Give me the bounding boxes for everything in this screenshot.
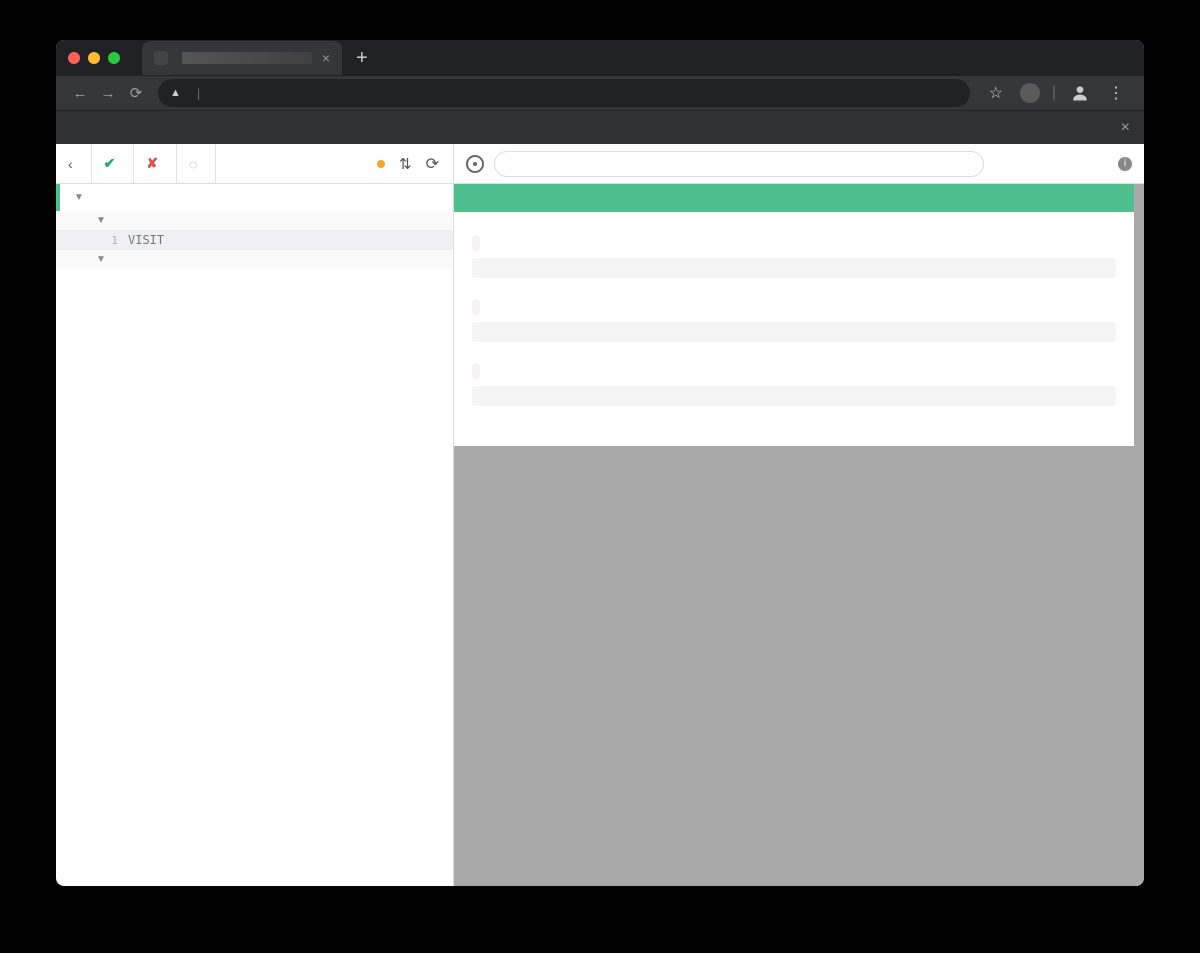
infobar-close-icon[interactable]: ×: [1121, 119, 1130, 137]
tab-bar: × +: [56, 40, 1144, 76]
aut-header: i: [454, 144, 1144, 184]
section-document: [472, 300, 1116, 342]
automation-infobar: ×: [56, 110, 1144, 144]
selector-playground-icon[interactable]: [466, 155, 484, 173]
restart-icon[interactable]: ⟳: [426, 154, 439, 174]
info-icon[interactable]: i: [1118, 157, 1132, 171]
new-tab-button[interactable]: +: [342, 47, 382, 70]
passed-count: ✔: [92, 144, 135, 183]
app-under-test: [454, 184, 1134, 446]
address-bar: ← → ⟳ ▲ | ☆ | ⋮: [56, 76, 1144, 110]
reload-button[interactable]: ⟳: [122, 84, 150, 102]
x-icon: ✘: [146, 155, 158, 172]
cypress-app: ‹ ✔ ✘ ◌: [56, 144, 1144, 886]
caret-down-icon: ▼: [96, 215, 106, 226]
minimize-window-button[interactable]: [88, 52, 100, 64]
pending-count: ◌: [177, 144, 216, 183]
updown-icon[interactable]: ⇅: [399, 155, 412, 173]
command-log-panel: ‹ ✔ ✘ ◌: [56, 144, 454, 886]
inline-code: [472, 364, 480, 379]
command-row[interactable]: 1 VISIT: [56, 230, 453, 250]
url-bar[interactable]: ▲ |: [158, 79, 970, 107]
not-secure-icon: ▲: [170, 87, 181, 99]
close-tab-icon[interactable]: ×: [322, 50, 330, 66]
separator: |: [197, 86, 200, 101]
caret-down-icon: ▼: [96, 254, 106, 265]
traffic-lights: [56, 52, 132, 64]
viewport-info: i: [1106, 157, 1132, 171]
aut-iframe: [454, 184, 1144, 446]
section-title-cmd: [472, 364, 1116, 406]
test-list: ▼ ▼ 1 VISIT ▼: [56, 184, 453, 886]
status-dot: [377, 160, 385, 168]
close-window-button[interactable]: [68, 52, 80, 64]
chevron-left-icon: ‹: [68, 156, 73, 172]
suite-header[interactable]: ▼: [56, 184, 453, 211]
maximize-window-button[interactable]: [108, 52, 120, 64]
page-banner: [454, 184, 1134, 212]
circle-icon: ◌: [189, 156, 197, 172]
tab-title-blur: [182, 52, 312, 64]
check-icon: ✔: [104, 155, 116, 172]
failed-count: ✘: [134, 144, 177, 183]
inline-code: [472, 300, 480, 315]
browser-tab[interactable]: ×: [142, 41, 342, 75]
code-block: [472, 258, 1116, 278]
before-each-header[interactable]: ▼: [56, 211, 453, 230]
cypress-extension-icon[interactable]: [1020, 83, 1040, 103]
back-to-tests[interactable]: ‹: [56, 144, 92, 183]
profile-icon[interactable]: [1068, 81, 1092, 105]
code-block: [472, 386, 1116, 406]
star-icon[interactable]: ☆: [984, 81, 1008, 105]
back-button[interactable]: ←: [66, 85, 94, 102]
inline-code: [472, 236, 480, 251]
test-body-header[interactable]: ▼: [56, 250, 453, 269]
browser-window: × + ← → ⟳ ▲ | ☆ | ⋮ × ‹: [56, 40, 1144, 886]
runner-toolbar: ‹ ✔ ✘ ◌: [56, 144, 453, 184]
section-window: [472, 236, 1116, 278]
favicon: [154, 51, 168, 65]
forward-button[interactable]: →: [94, 85, 122, 102]
line-number: 1: [96, 234, 118, 247]
command-name: VISIT: [128, 233, 192, 247]
toolbar-right: ☆ | ⋮: [978, 81, 1134, 105]
code-block: [472, 322, 1116, 342]
aut-url-input[interactable]: [494, 151, 984, 177]
duration: [216, 144, 264, 183]
menu-icon[interactable]: ⋮: [1104, 81, 1128, 105]
aut-panel: i: [454, 144, 1144, 886]
caret-down-icon: ▼: [74, 192, 84, 203]
